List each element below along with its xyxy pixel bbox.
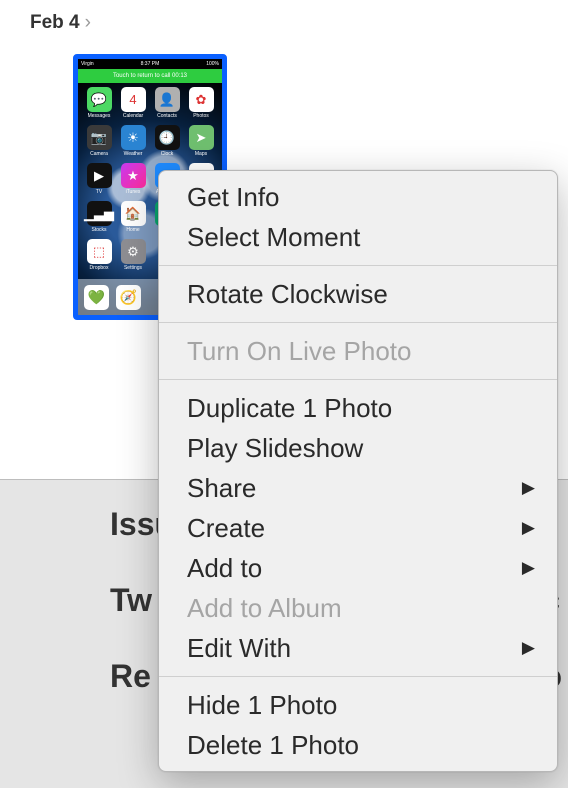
phone-app-icon: ✿Photos [186, 87, 216, 119]
phone-app-icon: ☀Weather [118, 125, 148, 157]
menu-item-label: Share [187, 470, 256, 506]
menu-item-label: Get Info [187, 179, 280, 215]
menu-item-create[interactable]: Create ▶ [159, 508, 557, 548]
phone-app-icon: 📷Camera [84, 125, 114, 157]
menu-item-duplicate-1-photo[interactable]: Duplicate 1 Photo [159, 388, 557, 428]
phone-dock-icon: 💚 [84, 285, 109, 310]
menu-item-play-slideshow[interactable]: Play Slideshow [159, 428, 557, 468]
phone-dock-icon: 🧭 [116, 285, 141, 310]
chevron-right-icon: › [85, 12, 91, 34]
menu-item-label: Add to Album [187, 590, 342, 626]
bg-text-line: Re [110, 660, 151, 692]
phone-app-icon: ➤Maps [186, 125, 216, 157]
menu-item-add-to-album: Add to Album [159, 588, 557, 628]
phone-app-icon: ⬚Dropbox [84, 239, 114, 271]
phone-app-icon: 🏠Home [118, 201, 148, 233]
menu-item-label: Duplicate 1 Photo [187, 390, 392, 426]
menu-item-label: Rotate Clockwise [187, 276, 388, 312]
menu-item-add-to[interactable]: Add to ▶ [159, 548, 557, 588]
menu-item-label: Delete 1 Photo [187, 727, 359, 763]
moment-date-label: Feb 4 [30, 12, 80, 34]
menu-item-hide-1-photo[interactable]: Hide 1 Photo [159, 685, 557, 725]
menu-separator [159, 676, 557, 677]
phone-call-return-bar: Touch to return to call 00:13 [78, 69, 222, 83]
menu-item-turn-on-live-photo: Turn On Live Photo [159, 331, 557, 371]
menu-item-share[interactable]: Share ▶ [159, 468, 557, 508]
menu-separator [159, 322, 557, 323]
phone-app-icon: ▁▃▅Stocks [84, 201, 114, 233]
menu-item-get-info[interactable]: Get Info [159, 177, 557, 217]
menu-item-select-moment[interactable]: Select Moment [159, 217, 557, 257]
phone-app-icon: ▶TV [84, 163, 114, 195]
submenu-arrow-icon: ▶ [522, 630, 535, 666]
menu-separator [159, 265, 557, 266]
submenu-arrow-icon: ▶ [522, 510, 535, 546]
phone-app-icon: 🕘Clock [152, 125, 182, 157]
bg-text-line: Tw [110, 584, 152, 616]
menu-item-label: Edit With [187, 630, 291, 666]
phone-app-icon: ★iTunes [118, 163, 148, 195]
menu-item-label: Create [187, 510, 265, 546]
submenu-arrow-icon: ▶ [522, 470, 535, 506]
menu-item-delete-1-photo[interactable]: Delete 1 Photo [159, 725, 557, 765]
menu-item-edit-with[interactable]: Edit With ▶ [159, 628, 557, 668]
menu-item-label: Select Moment [187, 219, 360, 255]
menu-item-label: Add to [187, 550, 262, 586]
menu-item-label: Hide 1 Photo [187, 687, 337, 723]
menu-separator [159, 379, 557, 380]
phone-app-icon: ⚙Settings [118, 239, 148, 271]
menu-item-label: Turn On Live Photo [187, 333, 412, 369]
menu-item-rotate-clockwise[interactable]: Rotate Clockwise [159, 274, 557, 314]
context-menu: Get Info Select Moment Rotate Clockwise Tur… [158, 170, 558, 772]
phone-app-icon: 👤Contacts [152, 87, 182, 119]
phone-status-bar: Virgin 8:37 PM 100% [78, 59, 222, 69]
moment-date-header[interactable]: Feb 4 › [0, 0, 568, 34]
phone-app-icon: 4Calendar [118, 87, 148, 119]
menu-item-label: Play Slideshow [187, 430, 363, 466]
phone-app-icon: 💬Messages [84, 87, 114, 119]
submenu-arrow-icon: ▶ [522, 550, 535, 586]
